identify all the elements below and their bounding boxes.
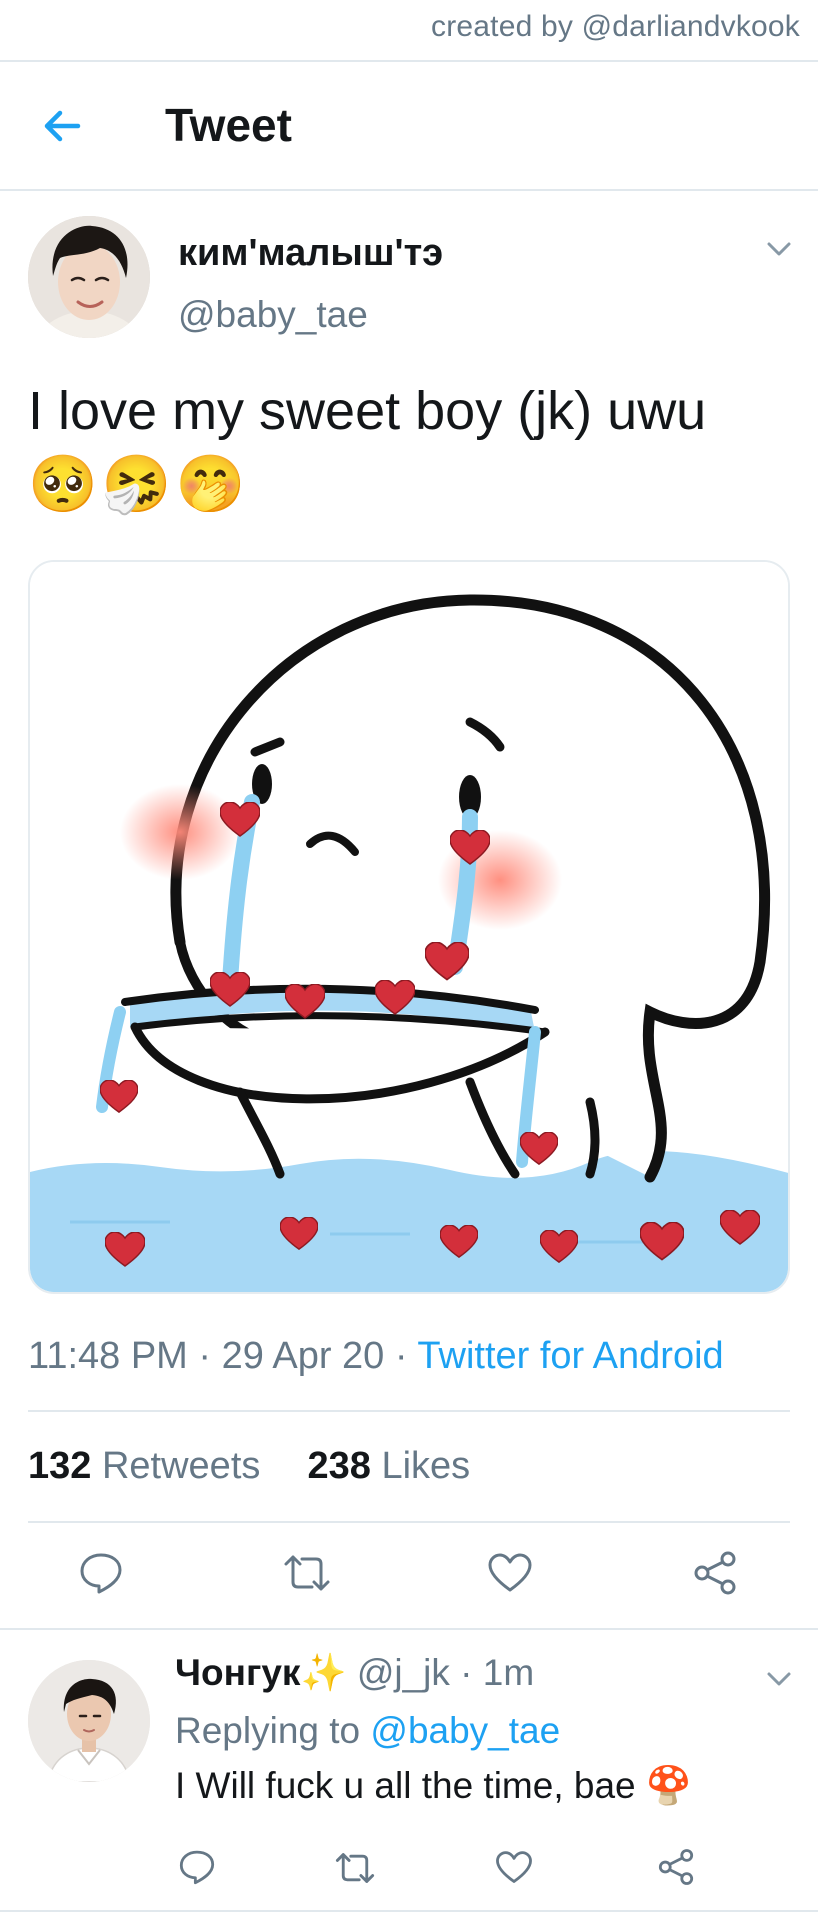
reply-icon[interactable] <box>178 1848 216 1886</box>
retweets-stat[interactable]: 132 Retweets <box>28 1445 260 1487</box>
tweet-time: 11:48 PM <box>28 1335 188 1377</box>
chevron-down-icon[interactable] <box>762 1662 796 1696</box>
crying-cartoon-illustration <box>30 562 788 1292</box>
tweet-stats: 132 Retweets 238 Likes <box>28 1445 470 1488</box>
meta-separator: · <box>394 1335 418 1377</box>
sneezing-face-emoji: 🤧 <box>101 452 172 517</box>
likes-count: 238 <box>307 1445 371 1487</box>
author-name[interactable]: ким'малыш'тэ <box>178 232 443 275</box>
page-title: Tweet <box>165 99 292 151</box>
reply-text: I Will fuck u all the time, bae 🍄 <box>175 1765 692 1808</box>
reply-author-name[interactable]: Чонгук <box>175 1652 300 1693</box>
tweet-date: 29 Apr 20 <box>221 1335 385 1377</box>
mushroom-emoji: 🍄 <box>645 1765 692 1806</box>
meta-separator: · <box>460 1652 473 1693</box>
hand-over-mouth-emoji: 🤭 <box>175 452 246 517</box>
author-handle[interactable]: @baby_tae <box>178 294 368 336</box>
divider <box>28 1521 790 1523</box>
tweet-emojis: 🥺 🤧 🤭 <box>28 452 245 518</box>
likes-stat[interactable]: 238 Likes <box>308 1445 471 1487</box>
meta-separator: · <box>198 1335 222 1377</box>
divider <box>0 189 818 191</box>
retweets-label: Retweets <box>101 1445 261 1487</box>
chevron-down-icon[interactable] <box>762 232 796 266</box>
watermark-text: created by @darliandvkook <box>431 10 800 43</box>
pleading-face-emoji: 🥺 <box>28 452 98 517</box>
tweet-timestamp: 11:48 PM · 29 Apr 20 · Twitter for Andro… <box>28 1335 724 1378</box>
tweet-text: I love my sweet boy (jk) uwu <box>28 381 707 441</box>
like-icon[interactable] <box>495 1850 533 1885</box>
likes-label: Likes <box>381 1445 471 1487</box>
back-arrow-icon[interactable] <box>38 102 86 150</box>
replying-to-mention[interactable]: @baby_tae <box>370 1710 560 1751</box>
retweet-icon[interactable] <box>334 1850 376 1886</box>
author-avatar[interactable] <box>28 216 150 338</box>
retweets-count: 132 <box>28 1445 92 1487</box>
like-icon[interactable] <box>487 1552 533 1594</box>
share-icon[interactable] <box>657 1848 695 1886</box>
replying-to-line: Replying to @baby_tae <box>175 1710 560 1752</box>
top-app-bar: Tweet <box>0 62 818 190</box>
divider <box>28 1410 790 1412</box>
reply-icon[interactable] <box>78 1550 124 1596</box>
reply-time: 1m <box>482 1652 535 1693</box>
retweet-icon[interactable] <box>282 1552 332 1594</box>
tweet-media-image[interactable] <box>28 560 790 1294</box>
sparkles-emoji: ✨ <box>300 1652 347 1693</box>
share-icon[interactable] <box>692 1550 738 1596</box>
reply-text-body: I Will fuck u all the time, bae <box>175 1765 636 1806</box>
replying-to-label: Replying to <box>175 1710 361 1751</box>
reply-header: Чонгук✨ @j_jk · 1m <box>175 1652 534 1695</box>
divider <box>0 1910 818 1912</box>
reply-author-handle[interactable]: @j_jk <box>357 1652 450 1693</box>
reply-author-avatar[interactable] <box>28 1660 150 1782</box>
tweet-source-link[interactable]: Twitter for Android <box>417 1335 723 1377</box>
divider <box>0 1628 818 1630</box>
